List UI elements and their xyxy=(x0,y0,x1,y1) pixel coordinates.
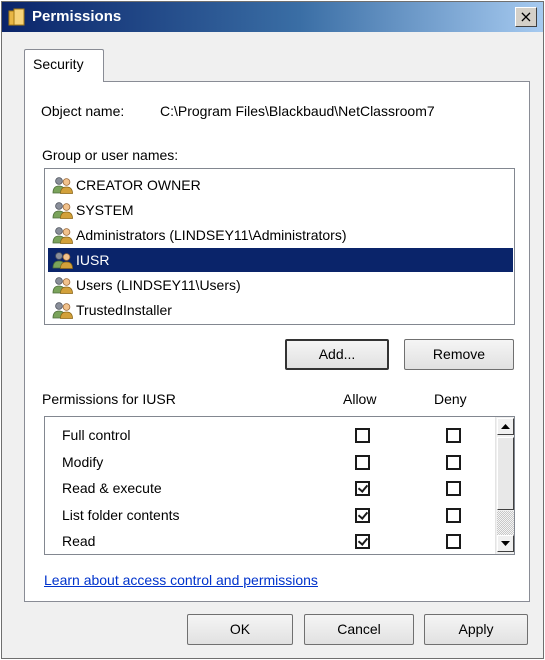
scroll-down-button[interactable] xyxy=(497,535,514,552)
access-control-help-link[interactable]: Learn about access control and permissio… xyxy=(44,572,318,588)
permission-row: Read & execute xyxy=(45,476,485,502)
permission-name: Full control xyxy=(62,427,131,443)
group-list-item-label: Users (LINDSEY11\Users) xyxy=(76,277,241,293)
permissions-dialog: Permissions × Security xyxy=(1,1,544,659)
permission-row: Full control xyxy=(45,423,485,449)
tab-security[interactable]: Security xyxy=(24,49,104,82)
user-group-icon xyxy=(52,226,74,244)
permission-row: Modify xyxy=(45,450,485,476)
user-group-icon xyxy=(52,176,74,194)
permissions-scrollbar[interactable] xyxy=(495,417,514,554)
group-list-item-label: SYSTEM xyxy=(76,202,134,218)
allow-checkbox[interactable] xyxy=(355,507,370,523)
user-group-icon xyxy=(52,301,74,319)
allow-header: Allow xyxy=(343,391,377,407)
group-list-item-label: IUSR xyxy=(76,252,110,268)
deny-checkbox[interactable] xyxy=(446,481,461,496)
window-title: Permissions xyxy=(32,8,122,25)
group-list-item[interactable]: TrustedInstaller xyxy=(48,298,513,322)
ok-button[interactable]: OK xyxy=(187,614,293,645)
scroll-track[interactable] xyxy=(497,511,514,535)
group-list-item[interactable]: SYSTEM xyxy=(48,198,513,222)
object-name-label: Object name: xyxy=(41,103,125,119)
scroll-thumb[interactable] xyxy=(497,437,514,510)
deny-checkbox[interactable] xyxy=(446,428,461,443)
object-name-value: C:\Program Files\Blackbaud\NetClassroom7 xyxy=(160,103,435,119)
close-button[interactable]: × xyxy=(515,7,537,27)
permission-row: Read xyxy=(45,529,485,555)
permission-name: Read & execute xyxy=(62,480,162,496)
allow-checkbox[interactable] xyxy=(355,481,370,496)
permissions-header: Permissions for IUSR xyxy=(42,391,176,407)
group-list-item[interactable]: Users (LINDSEY11\Users) xyxy=(48,273,513,297)
deny-checkbox[interactable] xyxy=(446,507,461,523)
group-list-item-label: Administrators (LINDSEY11\Administrators… xyxy=(76,227,347,243)
folder-icon xyxy=(8,8,25,26)
group-user-list[interactable]: CREATOR OWNER SYSTEM Administrators (LINDS… xyxy=(44,168,515,325)
group-list-item-label: TrustedInstaller xyxy=(76,302,172,318)
user-group-icon xyxy=(52,201,74,219)
user-group-icon xyxy=(52,276,74,294)
permission-name: Read xyxy=(62,533,96,549)
remove-button[interactable]: Remove xyxy=(404,339,514,370)
title-bar[interactable]: Permissions × xyxy=(2,2,543,32)
deny-checkbox[interactable] xyxy=(446,454,461,470)
group-list-item[interactable]: Administrators (LINDSEY11\Administrators… xyxy=(48,223,513,247)
arrow-down-icon xyxy=(501,541,510,546)
allow-checkbox[interactable] xyxy=(355,454,370,470)
permission-name: List folder contents xyxy=(62,506,180,523)
apply-button[interactable]: Apply xyxy=(424,614,528,645)
user-group-icon xyxy=(52,251,74,269)
permission-name: Modify xyxy=(62,453,104,470)
group-list-item-label: CREATOR OWNER xyxy=(76,177,201,193)
cancel-button[interactable]: Cancel xyxy=(304,614,414,645)
allow-checkbox[interactable] xyxy=(355,534,370,549)
arrow-up-icon xyxy=(501,424,510,429)
add-button[interactable]: Add... xyxy=(285,339,389,370)
scroll-up-button[interactable] xyxy=(497,418,514,435)
permission-row: List folder contents xyxy=(45,503,485,529)
deny-checkbox[interactable] xyxy=(446,534,461,549)
group-list-item[interactable]: CREATOR OWNER xyxy=(48,173,513,197)
deny-header: Deny xyxy=(434,391,467,407)
group-list-item[interactable]: IUSR xyxy=(48,248,513,272)
permissions-list: Full control Modify Read & execute List fol… xyxy=(44,416,515,555)
group-names-label: Group or user names: xyxy=(42,147,179,163)
allow-checkbox[interactable] xyxy=(355,428,370,443)
